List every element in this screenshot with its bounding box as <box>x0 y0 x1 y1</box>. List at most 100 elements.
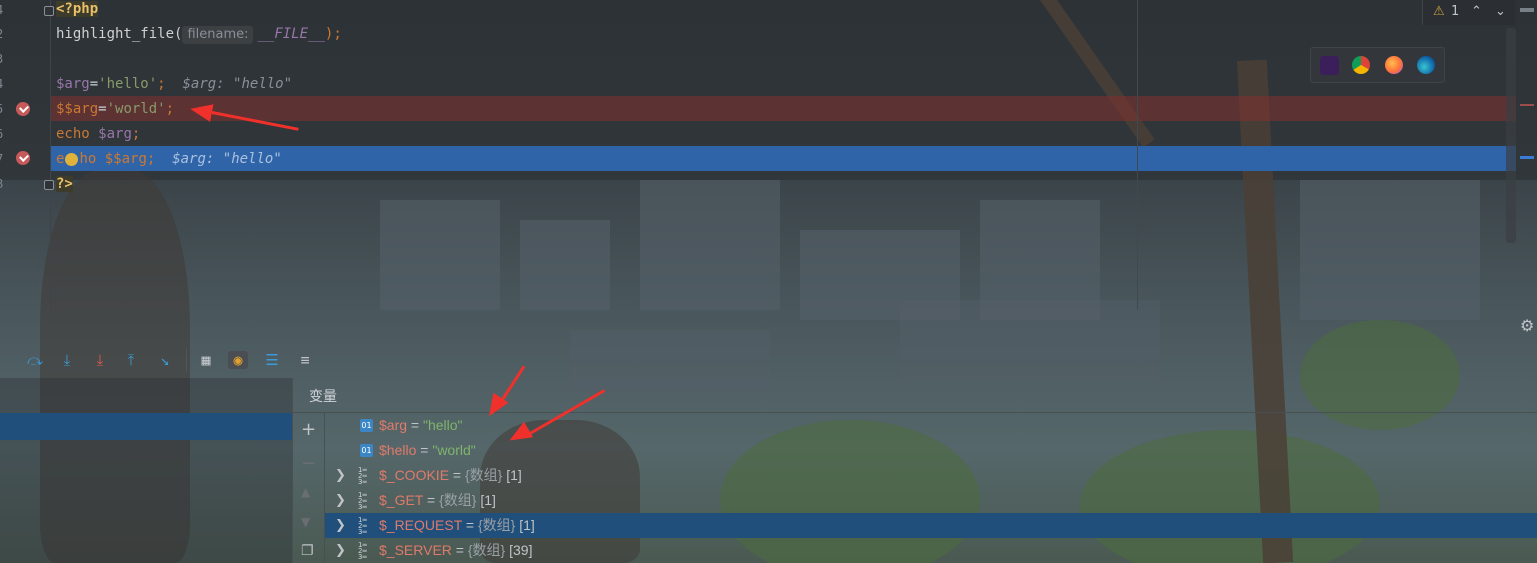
equals-sign: = <box>465 517 475 533</box>
variable: $arg <box>56 76 90 92</box>
line-number: 3 <box>0 52 6 66</box>
step-into-icon[interactable]: ⤓ <box>57 351 77 369</box>
variable-type: {数组} <box>465 467 503 483</box>
array-icon: 1═ 2═ 3═ <box>358 466 367 486</box>
previous-highlight-icon[interactable]: ⌃ <box>1471 4 1482 19</box>
primitive-value-icon: 01 <box>360 444 373 457</box>
inspection-widget[interactable]: ⚠ 1 ⌃ ⌄ <box>1422 0 1515 25</box>
add-watch-icon[interactable]: ≡ <box>295 351 315 369</box>
variable-type: {数组} <box>467 542 506 558</box>
browser-launch-bar <box>1310 47 1445 83</box>
punctuation: ; <box>131 126 141 142</box>
code-line-8[interactable]: ?> <box>56 172 73 196</box>
remove-watch-icon[interactable]: − <box>301 453 316 474</box>
edge-icon[interactable] <box>1417 56 1435 74</box>
keyword: e <box>56 151 65 167</box>
variable-row[interactable]: 01 $hello = "world" <box>325 438 1537 463</box>
run-to-cursor-icon[interactable]: ↘ <box>155 351 175 369</box>
firefox-icon[interactable] <box>1385 56 1403 74</box>
step-over-icon[interactable]: ⤼ <box>25 351 45 369</box>
equals-sign: = <box>420 442 429 458</box>
punctuation: ; <box>165 101 175 117</box>
expand-chevron-icon[interactable]: ❯ <box>335 538 346 563</box>
line-number: 6 <box>0 127 6 141</box>
editor-gutter[interactable]: 4 2 3 4 5 6 7 8 <box>0 0 54 310</box>
code-line-2[interactable]: highlight_file(filename: __FILE__); <box>56 22 342 46</box>
move-up-icon[interactable]: ▲ <box>301 485 310 499</box>
line-number: 7 <box>0 152 6 166</box>
equals-sign: = <box>452 467 462 483</box>
string-literal: 'world' <box>106 101 166 117</box>
copy-icon[interactable]: ❐ <box>301 543 314 559</box>
keyword: echo <box>56 126 90 142</box>
variable-row-selected[interactable]: ❯ 1═ 2═ 3═ $_REQUEST = {数组} [1] <box>325 513 1537 538</box>
phpstorm-icon[interactable] <box>1320 56 1339 75</box>
settings-gear-icon[interactable]: ⚙ <box>1520 316 1534 335</box>
add-watch-plus-icon[interactable]: + <box>301 419 316 440</box>
line-number: 4 <box>0 3 6 17</box>
editor-scrollbar[interactable] <box>1506 28 1516 243</box>
expand-chevron-icon[interactable]: ❯ <box>335 463 346 488</box>
variable-value: "world" <box>432 442 476 458</box>
primitive-value-icon: 01 <box>360 419 373 432</box>
force-step-into-icon[interactable]: ⤓ <box>90 351 110 369</box>
code-line-5[interactable]: $$arg='world'; <box>56 97 174 121</box>
line-number: 5 <box>0 102 6 116</box>
error-stripe[interactable] <box>1518 0 1537 310</box>
frames-list-icon[interactable]: ☰ <box>262 351 282 369</box>
frames-panel <box>0 378 293 563</box>
variable-row[interactable]: ❯ 1═ 2═ 3═ $_SERVER = {数组} [39] <box>325 538 1537 563</box>
line-number: 4 <box>0 77 6 91</box>
operator: = <box>98 101 107 117</box>
array-icon: 1═ 2═ 3═ <box>358 491 367 511</box>
punctuation: ; <box>146 151 156 167</box>
code-line-1[interactable]: <?php <box>56 0 99 21</box>
line-number: 8 <box>0 177 6 191</box>
string-literal: 'hello' <box>98 76 158 92</box>
evaluate-icon[interactable]: ▦ <box>196 351 216 369</box>
inline-debug-value: $arg: "hello" <box>182 76 293 92</box>
element-count: [1] <box>519 517 535 533</box>
variable-name: $_REQUEST <box>379 517 462 533</box>
variable: $arg <box>98 126 132 142</box>
parameter-hint: filename: <box>182 26 254 44</box>
variable-variable: $$arg <box>104 151 147 167</box>
variables-header: 变量 <box>293 378 1537 413</box>
variables-title: 变量 <box>309 389 337 405</box>
punctuation: ); <box>324 26 342 42</box>
variable-name: $hello <box>379 442 417 458</box>
next-highlight-icon[interactable]: ⌄ <box>1495 4 1506 19</box>
breakpoint-icon[interactable] <box>16 102 30 116</box>
chrome-icon[interactable] <box>1352 56 1370 74</box>
php-open-tag: <?php <box>56 1 99 17</box>
breakpoint-line-highlight <box>50 96 1516 121</box>
lightbulb-icon[interactable] <box>65 152 79 166</box>
breakpoint-type-icon[interactable]: ◉ <box>228 351 248 369</box>
code-line-4[interactable]: $arg='hello'; $arg: "hello" <box>56 72 292 96</box>
variable-name: $_COOKIE <box>379 467 450 483</box>
variable-name: $arg <box>379 417 408 433</box>
move-down-icon[interactable]: ▼ <box>301 515 310 529</box>
punctuation: ; <box>157 76 166 92</box>
variable-row[interactable]: ❯ 1═ 2═ 3═ $_COOKIE = {数组} [1] <box>325 463 1537 488</box>
warning-triangle-icon: ⚠ <box>1433 4 1445 19</box>
equals-sign: = <box>410 417 420 433</box>
variables-side-toolbar: + − ▲ ▼ ❐ <box>293 413 325 563</box>
code-line-6[interactable]: echo $arg; <box>56 122 140 146</box>
array-icon: 1═ 2═ 3═ <box>358 541 367 561</box>
variable-value: "hello" <box>423 417 463 433</box>
expand-chevron-icon[interactable]: ❯ <box>335 513 346 538</box>
breakpoint-icon[interactable] <box>16 151 30 165</box>
variable-row[interactable]: ❯ 1═ 2═ 3═ $_GET = {数组} [1] <box>325 488 1537 513</box>
toolbar-divider <box>186 349 187 371</box>
element-count: [1] <box>480 492 496 508</box>
expand-chevron-icon[interactable]: ❯ <box>335 488 346 513</box>
inline-debug-value: $arg: "hello" <box>172 151 282 167</box>
function-call: highlight_file( <box>56 26 183 42</box>
selected-frame-row[interactable] <box>0 413 292 440</box>
step-out-icon[interactable]: ⤒ <box>121 351 141 369</box>
fold-marker-icon[interactable] <box>44 6 54 16</box>
code-line-7[interactable]: e ho $$arg; $arg: "hello" <box>56 147 282 171</box>
line-number: 2 <box>0 27 6 41</box>
fold-marker-icon[interactable] <box>44 180 54 190</box>
